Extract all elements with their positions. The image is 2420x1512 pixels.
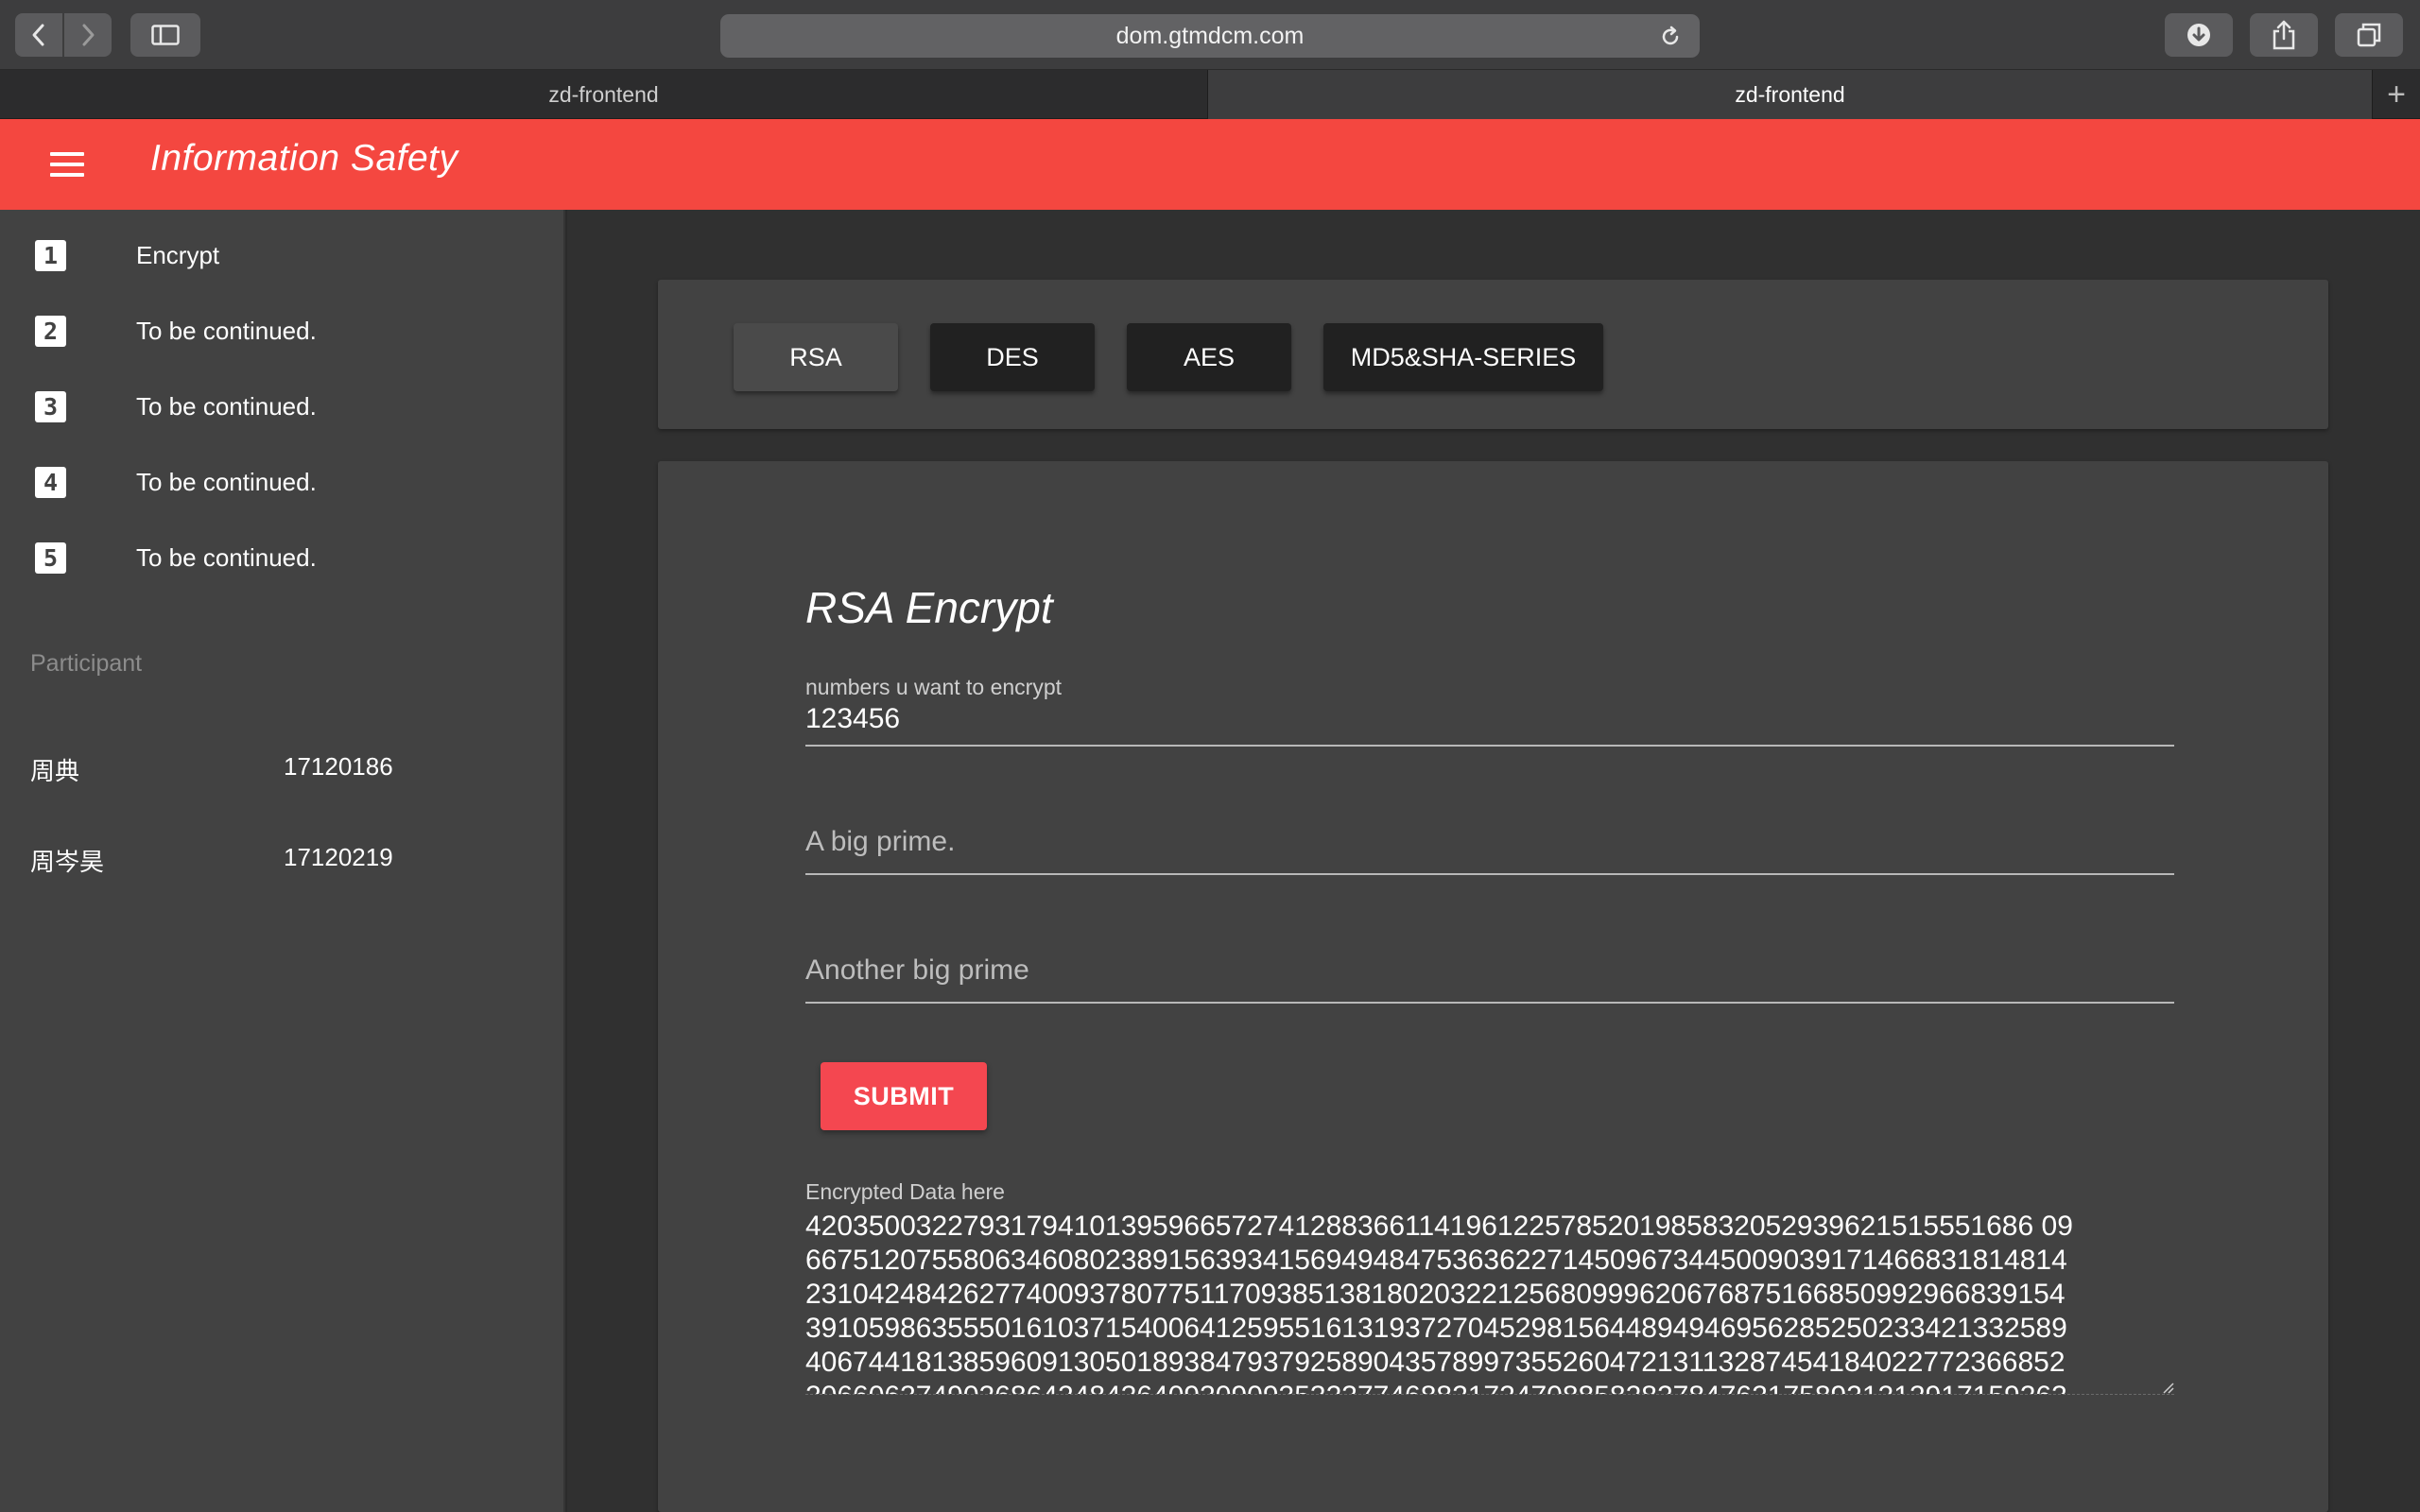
participant-name: 周典 <box>30 758 80 786</box>
encrypted-line: 2066063749026864248436409309093532377468… <box>805 1380 2174 1394</box>
sidebar-item-label: To be continued. <box>136 316 317 345</box>
number-3-icon: 3 <box>35 390 66 422</box>
browser-tab-active[interactable]: zd-frontend <box>1207 70 2373 119</box>
hamburger-menu-icon[interactable] <box>47 149 87 180</box>
prime1-field[interactable]: A big prime. <box>805 811 2174 875</box>
sidebar-item-3[interactable]: 3 To be continued. <box>0 369 565 444</box>
encrypted-output-label: Encrypted Data here <box>805 1179 1005 1204</box>
sidebar-item-4[interactable]: 4 To be continued. <box>0 444 565 520</box>
tabs-overview-button[interactable] <box>2335 13 2403 57</box>
sidebar-item-5[interactable]: 5 To be continued. <box>0 520 565 595</box>
participant-id: 17120219 <box>284 843 393 871</box>
app-title: Information Safety <box>150 138 458 179</box>
browser-tab-label: zd-frontend <box>548 81 659 107</box>
new-tab-button[interactable]: + <box>2373 70 2420 119</box>
tab-aes[interactable]: AES <box>1127 323 1291 391</box>
encrypt-number-field[interactable]: numbers u want to encrypt 123456 <box>805 671 2174 747</box>
sidebar-item-encrypt[interactable]: 1 Encrypt <box>0 217 565 293</box>
tab-rsa[interactable]: RSA <box>734 323 898 391</box>
reload-icon[interactable] <box>1658 25 1683 49</box>
forward-button[interactable] <box>64 13 112 57</box>
prime2-placeholder: Another big prime <box>805 954 1029 986</box>
participant-name: 周岑昊 <box>30 849 105 877</box>
number-2-icon: 2 <box>35 315 66 347</box>
encrypted-line: 6675120755806346080238915639341569494847… <box>805 1245 2067 1276</box>
rsa-form-card: RSA Encrypt numbers u want to encrypt 12… <box>658 461 2328 1512</box>
encrypted-line: 4203500322793179410139596657274128836611… <box>805 1211 2073 1242</box>
form-title: RSA Encrypt <box>805 583 1053 632</box>
sidebar-item-2[interactable]: 2 To be continued. <box>0 293 565 369</box>
download-icon <box>2187 24 2210 46</box>
chevron-right-icon <box>82 24 95 46</box>
participant-row: 周典 17120186 <box>0 739 565 796</box>
encrypted-line: 4067441813859609130501893847937925890435… <box>805 1347 2066 1378</box>
sidebar-toggle-button[interactable] <box>130 13 200 57</box>
encrypt-number-value: 123456 <box>805 703 901 734</box>
tab-des[interactable]: DES <box>930 323 1095 391</box>
sidebar-icon <box>151 25 180 45</box>
sidebar-item-label: To be continued. <box>136 542 317 572</box>
back-button[interactable] <box>15 13 62 57</box>
browser-tab-strip: zd-frontend zd-frontend + <box>0 70 2420 119</box>
browser-tab-label: zd-frontend <box>1735 81 1845 107</box>
algorithm-tabs-card: RSA DES AES MD5&SHA-SERIES <box>658 280 2328 429</box>
url-text: dom.gtmdcm.com <box>1115 22 1305 49</box>
tab-md5-sha[interactable]: MD5&SHA-SERIES <box>1323 323 1603 391</box>
prime2-field[interactable]: Another big prime <box>805 939 2174 1004</box>
share-button[interactable] <box>2250 13 2318 57</box>
address-bar[interactable]: dom.gtmdcm.com <box>720 14 1700 58</box>
sidebar-item-label: To be continued. <box>136 467 317 496</box>
sidebar: 1 Encrypt 2 To be continued. 3 To be con… <box>0 210 565 1512</box>
browser-tab[interactable]: zd-frontend <box>0 70 1207 119</box>
app-bar: Information Safety <box>0 119 2420 210</box>
number-4-icon: 4 <box>35 466 66 498</box>
submit-button[interactable]: SUBMIT <box>821 1062 987 1130</box>
participant-id: 17120186 <box>284 752 393 781</box>
number-1-icon: 1 <box>35 239 66 271</box>
encrypt-number-label: numbers u want to encrypt <box>805 675 1063 699</box>
encrypted-line: 2310424842627740093780775117093851381802… <box>805 1279 2066 1310</box>
encrypted-output-text: 4203500322793179410139596657274128836611… <box>805 1210 2174 1394</box>
share-icon <box>2273 20 2295 50</box>
chevron-left-icon <box>32 24 44 46</box>
number-5-icon: 5 <box>35 541 66 574</box>
sidebar-item-label: Encrypt <box>136 240 220 269</box>
participant-row: 周岑昊 17120219 <box>0 830 565 886</box>
main-content: RSA DES AES MD5&SHA-SERIES RSA Encrypt n… <box>567 210 2420 1512</box>
encrypted-line: 3910598635550161037154006412595516131937… <box>805 1313 2067 1344</box>
resize-grip-icon[interactable] <box>2159 1379 2174 1394</box>
sidebar-item-label: To be continued. <box>136 391 317 421</box>
participants-header: Participant <box>30 650 143 677</box>
encrypted-output-textarea[interactable]: 4203500322793179410139596657274128836611… <box>805 1210 2174 1395</box>
downloads-button[interactable] <box>2165 13 2233 57</box>
browser-toolbar: dom.gtmdcm.com <box>0 0 2420 70</box>
tabs-icon <box>2357 23 2381 47</box>
prime1-placeholder: A big prime. <box>805 826 956 857</box>
